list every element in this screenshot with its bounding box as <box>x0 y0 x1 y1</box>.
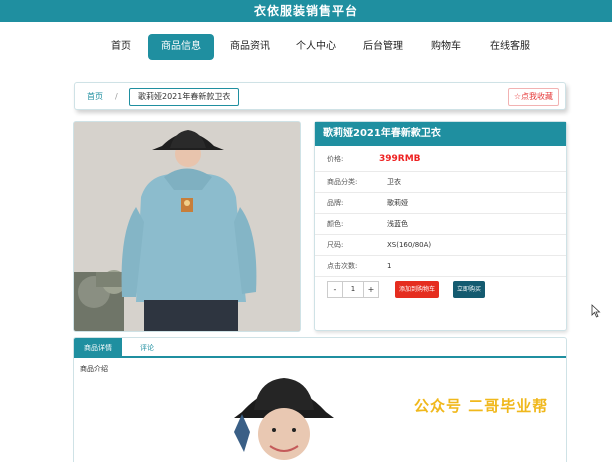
attribute-row-color: 颜色: 浅蓝色 <box>315 214 566 235</box>
clicks-value: 1 <box>387 262 392 270</box>
breadcrumb-current: 歌莉娅2021年春新款卫衣 <box>129 88 240 106</box>
nav-item-news[interactable]: 商品资讯 <box>222 32 278 62</box>
brand-label: 品牌: <box>327 199 344 207</box>
site-header: 衣依服装销售平台 <box>0 0 612 22</box>
brand-value: 歌莉娅 <box>387 199 408 207</box>
price-value: 399RMB <box>379 154 421 164</box>
purchase-row: - 1 + 添加到购物车 立即购买 <box>315 277 566 303</box>
nav-item-profile[interactable]: 个人中心 <box>290 32 342 62</box>
category-value: 卫衣 <box>387 178 401 186</box>
quantity-increase-button[interactable]: + <box>363 281 379 298</box>
size-value: XS(160/80A) <box>387 241 432 249</box>
favorite-button[interactable]: ☆点我收藏 <box>507 88 559 106</box>
product-image <box>73 121 301 332</box>
tab-details[interactable]: 商品详情 <box>74 338 122 358</box>
breadcrumb-separator: / <box>115 92 118 101</box>
nav-item-support[interactable]: 在线客服 <box>482 32 538 62</box>
site-title: 衣依服装销售平台 <box>253 4 358 18</box>
attribute-row-brand: 品牌: 歌莉娅 <box>315 193 566 214</box>
nav-item-home[interactable]: 首页 <box>100 32 142 62</box>
watermark-text: 公众号 二哥毕业帮 <box>414 397 549 415</box>
main-nav: 首页 商品信息 商品资讯 个人中心 后台管理 购物车 在线客服 <box>0 32 612 62</box>
tab-comments[interactable]: 评论 <box>130 338 164 358</box>
size-label: 尺码: <box>327 241 344 249</box>
category-label: 商品分类: <box>327 178 358 186</box>
nav-item-products[interactable]: 商品信息 <box>148 34 214 60</box>
attribute-row-category: 商品分类: 卫衣 <box>315 172 566 193</box>
product-info-panel: 歌莉娅2021年春新款卫衣 价格: 399RMB 商品分类: 卫衣 品牌: 歌莉… <box>314 121 567 331</box>
color-label: 颜色: <box>327 220 344 228</box>
quantity-input[interactable]: 1 <box>343 281 363 298</box>
detail-photo-illustration <box>224 372 344 462</box>
product-photo-illustration <box>74 122 300 331</box>
color-value: 浅蓝色 <box>387 220 408 228</box>
price-row: 价格: 399RMB <box>315 146 566 172</box>
quantity-decrease-button[interactable]: - <box>327 281 343 298</box>
product-title: 歌莉娅2021年春新款卫衣 <box>315 122 566 146</box>
attribute-row-size: 尺码: XS(160/80A) <box>315 235 566 256</box>
attribute-row-clicks: 点击次数: 1 <box>315 256 566 277</box>
mouse-pointer-icon <box>591 304 601 318</box>
tab-strip: 商品详情 评论 <box>74 338 566 358</box>
breadcrumb-home-link[interactable]: 首页 <box>87 83 103 111</box>
clicks-label: 点击次数: <box>327 262 358 270</box>
detail-image <box>224 372 344 462</box>
breadcrumb: 首页 / 歌莉娅2021年春新款卫衣 ☆点我收藏 <box>74 82 566 110</box>
buy-now-button[interactable]: 立即购买 <box>453 281 486 298</box>
nav-item-admin[interactable]: 后台管理 <box>356 32 410 62</box>
product-intro-label: 商品介绍 <box>80 365 108 373</box>
nav-item-cart[interactable]: 购物车 <box>424 32 468 62</box>
price-label: 价格: <box>327 155 344 163</box>
add-to-cart-button[interactable]: 添加到购物车 <box>395 281 440 298</box>
